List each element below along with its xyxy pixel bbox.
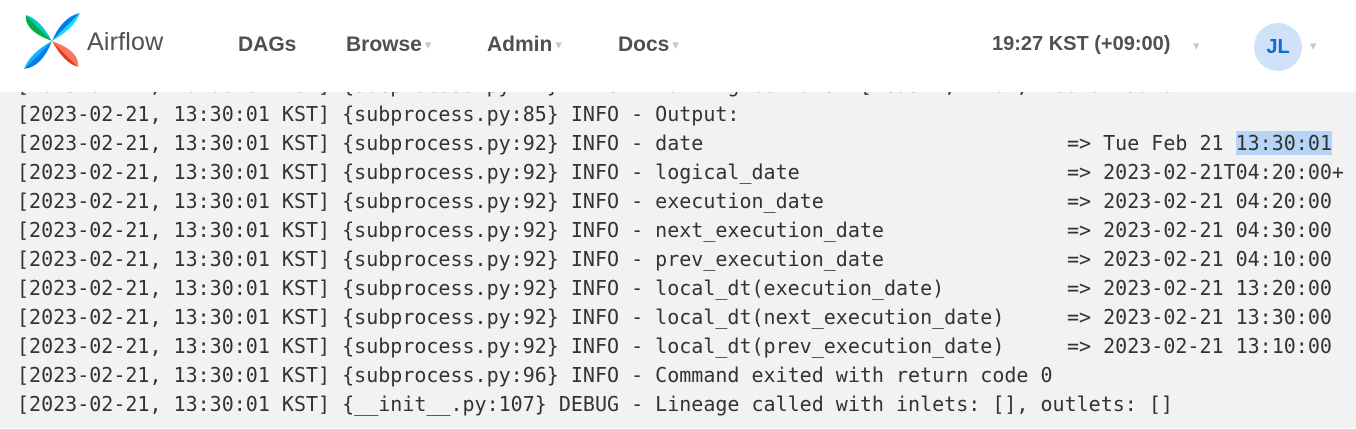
log-value: => Tue Feb 21 13:30:01: [1067, 129, 1332, 158]
brand-name[interactable]: Airflow: [87, 28, 163, 57]
nav-admin[interactable]: Admin ▾: [487, 33, 562, 57]
log-line: [2023-02-21, 13:30:01 KST] {subprocess.p…: [17, 160, 800, 184]
log-value: => 2023-02-21T04:20:00+: [1067, 160, 1344, 184]
chevron-down-icon: ▾: [672, 37, 679, 52]
nav-docs[interactable]: Docs ▾: [618, 33, 679, 57]
log-line: [2023-02-21, 13:30:01 KST] {subprocess.p…: [17, 334, 1005, 358]
log-line: [2023-02-21, 13:30:01 KST] {subprocess.p…: [17, 247, 884, 271]
log-line: [2023-02-21, 13:30:01 KST] {subprocess.p…: [17, 131, 704, 155]
nav-dags-label: DAGs: [238, 33, 297, 56]
log-line: [2023-02-21, 13:30:01 KST] {subprocess.p…: [17, 102, 740, 126]
log-line: [2023-02-21, 13:30:01 KST] {subprocess.p…: [17, 305, 1005, 329]
log-line: [2023-02-21, 13:30:01 KST] {__init__.py:…: [17, 392, 1173, 416]
nav-browse-label: Browse: [346, 33, 422, 56]
airflow-logo-icon[interactable]: [22, 11, 82, 71]
user-avatar[interactable]: JL: [1254, 23, 1302, 71]
nav-admin-label: Admin: [487, 33, 553, 56]
log-line: [2023-02-21, 13:30:01 KST] {subprocess.p…: [17, 189, 824, 213]
log-value: => 2023-02-21 13:20:00: [1067, 276, 1332, 300]
nav-dags[interactable]: DAGs: [238, 33, 296, 57]
log-value: => 2023-02-21 04:20:00: [1067, 189, 1332, 213]
top-navbar: Airflow DAGs Browse ▾ Admin ▾ Docs ▾ 19:27 …: [0, 0, 1356, 92]
chevron-down-icon[interactable]: ▾: [1193, 38, 1200, 54]
log-value-prefix: => Tue Feb 21: [1067, 131, 1236, 155]
chevron-down-icon: ▾: [555, 37, 562, 52]
log-line: [2023-02-21, 13:30:01 KST] {subprocess.p…: [17, 218, 884, 242]
task-log-panel[interactable]: [2023-02-21, 13:30:01 KST] {subprocess.p…: [0, 70, 1356, 428]
selected-text: 13:30:01: [1235, 131, 1332, 155]
nav-docs-label: Docs: [618, 33, 670, 56]
chevron-down-icon: ▾: [424, 37, 432, 52]
log-value: => 2023-02-21 13:10:00: [1067, 334, 1332, 358]
chevron-down-icon[interactable]: ▾: [1310, 38, 1317, 54]
log-value: => 2023-02-21 04:30:00: [1067, 218, 1332, 242]
nav-browse[interactable]: Browse ▾: [346, 33, 431, 57]
timezone-clock[interactable]: 19:27 KST (+09:00): [992, 33, 1170, 56]
log-line: [2023-02-21, 13:30:01 KST] {subprocess.p…: [17, 363, 1053, 387]
log-value: => 2023-02-21 13:30:00: [1067, 305, 1332, 329]
log-value: => 2023-02-21 04:10:00: [1067, 247, 1332, 271]
log-line: [2023-02-21, 13:30:01 KST] {subprocess.p…: [17, 276, 945, 300]
